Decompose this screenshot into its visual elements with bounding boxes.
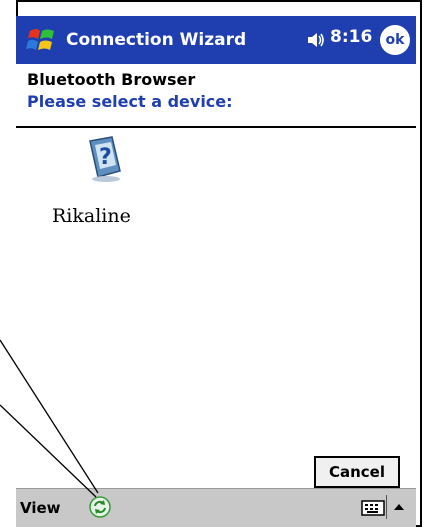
- device-label: Rikaline: [52, 205, 131, 227]
- refresh-icon[interactable]: [88, 495, 112, 519]
- speaker-icon[interactable]: [306, 31, 326, 49]
- clock[interactable]: 8:16: [330, 27, 372, 47]
- header-divider: [16, 126, 416, 128]
- ok-button[interactable]: ok: [380, 25, 410, 55]
- keyboard-icon[interactable]: [361, 499, 385, 517]
- page-header: Bluetooth Browser Please select a device…: [16, 64, 416, 128]
- unknown-device-icon[interactable]: ?: [82, 135, 126, 183]
- windows-flag-icon[interactable]: [24, 23, 58, 57]
- page-title: Bluetooth Browser: [27, 70, 196, 89]
- title-bar: Connection Wizard 8:16 ok: [16, 16, 416, 64]
- up-arrow-icon[interactable]: [389, 497, 409, 517]
- view-menu[interactable]: View: [20, 499, 61, 517]
- device-item[interactable]: ? Rikaline: [50, 135, 160, 245]
- device-screen: Connection Wizard 8:16 ok Bluetooth Brow…: [16, 16, 416, 527]
- page-subtitle: Please select a device:: [27, 92, 233, 111]
- menu-divider: [386, 495, 387, 519]
- menu-bar: View: [16, 488, 416, 527]
- cancel-button[interactable]: Cancel: [314, 456, 400, 488]
- svg-text:?: ?: [99, 145, 112, 170]
- app-title: Connection Wizard: [66, 30, 247, 50]
